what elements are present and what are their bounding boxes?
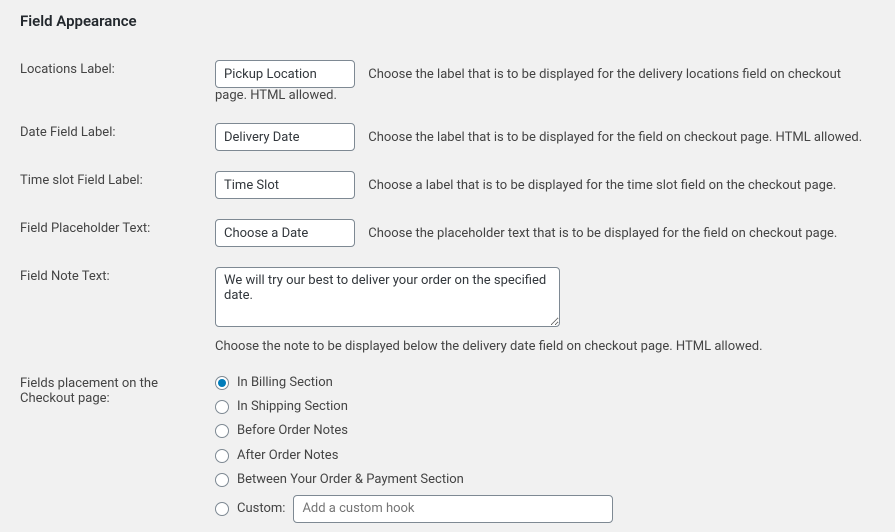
placeholder-text-input[interactable] bbox=[215, 219, 355, 247]
placement-option-billing[interactable]: In Billing Section bbox=[215, 374, 875, 392]
radio-icon bbox=[215, 502, 229, 516]
placement-th: Fields placement on the Checkout page: bbox=[20, 366, 215, 532]
radio-icon bbox=[215, 424, 229, 438]
placement-option-label: In Shipping Section bbox=[237, 398, 348, 416]
placement-option-shipping[interactable]: In Shipping Section bbox=[215, 398, 875, 416]
placeholder-text-desc: Choose the placeholder text that is to b… bbox=[368, 226, 837, 241]
placement-option-between[interactable]: Between Your Order & Payment Section bbox=[215, 471, 875, 489]
placement-option-label: In Billing Section bbox=[237, 374, 333, 392]
note-text-textarea[interactable] bbox=[215, 267, 560, 327]
note-text-th: Field Note Text: bbox=[20, 259, 215, 366]
placement-option-before-notes[interactable]: Before Order Notes bbox=[215, 422, 875, 440]
placement-radio-group: In Billing Section In Shipping Section B… bbox=[215, 374, 875, 523]
custom-hook-input[interactable] bbox=[293, 495, 613, 523]
placement-option-label: After Order Notes bbox=[237, 447, 338, 465]
radio-icon bbox=[215, 449, 229, 463]
placement-option-label: Custom: bbox=[237, 500, 285, 518]
date-field-label-desc: Choose the label that is to be displayed… bbox=[368, 130, 862, 145]
locations-label-th: Locations Label: bbox=[20, 52, 215, 115]
placeholder-text-th: Field Placeholder Text: bbox=[20, 211, 215, 259]
locations-label-input[interactable] bbox=[215, 60, 355, 88]
placement-option-label: Before Order Notes bbox=[237, 422, 348, 440]
date-field-label-th: Date Field Label: bbox=[20, 115, 215, 163]
timeslot-label-input[interactable] bbox=[215, 171, 355, 199]
settings-table: Locations Label: Choose the label that i… bbox=[20, 52, 875, 532]
timeslot-label-th: Time slot Field Label: bbox=[20, 163, 215, 211]
radio-icon bbox=[215, 400, 229, 414]
date-field-label-input[interactable] bbox=[215, 123, 355, 151]
note-text-desc: Choose the note to be displayed below th… bbox=[215, 339, 875, 354]
placement-option-after-notes[interactable]: After Order Notes bbox=[215, 447, 875, 465]
radio-icon bbox=[215, 473, 229, 487]
section-heading: Field Appearance bbox=[20, 12, 875, 30]
placement-option-custom[interactable]: Custom: bbox=[215, 495, 875, 523]
placement-option-label: Between Your Order & Payment Section bbox=[237, 471, 464, 489]
radio-icon bbox=[215, 376, 229, 390]
timeslot-label-desc: Choose a label that is to be displayed f… bbox=[368, 178, 836, 193]
